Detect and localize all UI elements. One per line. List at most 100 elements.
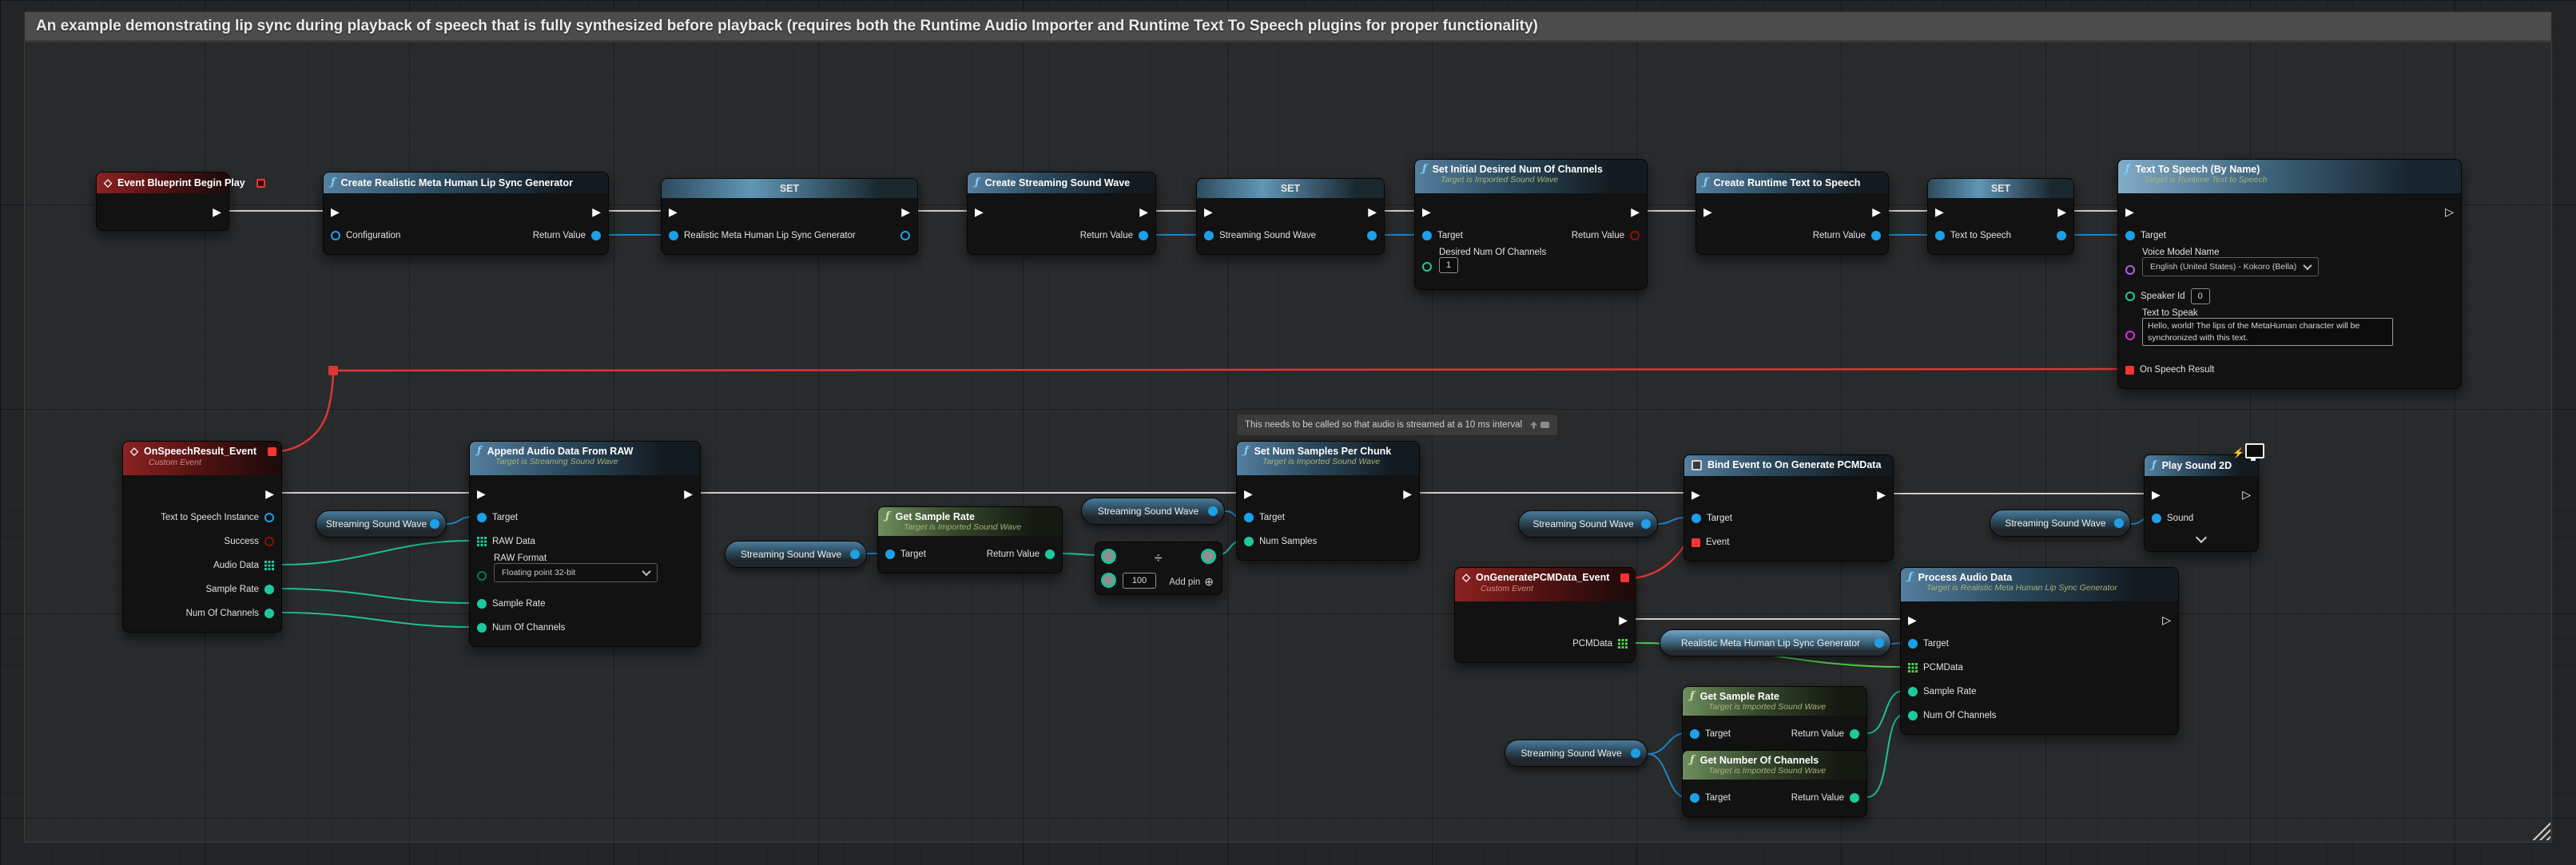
exec-out-pin[interactable] [1872,206,1881,217]
exec-in-pin[interactable] [1422,206,1431,217]
variable-getter-streaming-sound-wave[interactable]: Streaming Sound Wave [725,541,867,568]
pin-desired-num-of-channels[interactable] [1422,262,1432,272]
node-create-runtime-text-to-speech[interactable]: ƒ Create Runtime Text to Speech Return V… [1695,172,1889,255]
pin-return-value[interactable] [1139,231,1148,240]
exec-out-pin[interactable] [213,206,221,217]
pin-configuration[interactable] [331,231,340,240]
variable-getter-streaming-sound-wave[interactable]: Streaming Sound Wave [1518,510,1658,538]
raw-format-dropdown[interactable]: Floating point 32-bit [494,563,658,582]
pin-return-value[interactable] [1630,231,1640,240]
exec-in-pin[interactable] [1935,206,1944,217]
exec-out-pin[interactable] [1139,206,1148,217]
node-get-number-of-channels[interactable]: ƒ Get Number Of Channels Target is Impor… [1682,750,1867,817]
node-divide[interactable]: ÷ 100 Add pin [1095,542,1222,595]
pin-return-value[interactable] [591,231,601,240]
exec-in-pin[interactable] [477,488,486,499]
output-pin[interactable] [1874,638,1884,648]
output-pin[interactable] [1208,506,1218,516]
expand-node-chevron[interactable] [2196,532,2207,543]
pin-target[interactable] [1908,639,1918,649]
node-bind-event-to-on-generate-pcmdata[interactable]: Bind Event to On Generate PCMData Target… [1684,454,1894,561]
node-get-sample-rate[interactable]: ƒ Get Sample Rate Target is Imported Sou… [877,506,1063,573]
pin-num-samples[interactable] [1244,537,1254,546]
exec-out-pin[interactable] [901,206,910,217]
pin-return-value[interactable] [1850,793,1859,803]
pin-target[interactable] [1244,513,1254,522]
node-get-sample-rate-bottom[interactable]: ƒ Get Sample Rate Target is Imported Sou… [1682,686,1867,753]
pin-raw-data-array[interactable] [477,537,487,546]
exec-out-pin[interactable] [2162,614,2171,625]
output-pin[interactable] [2114,518,2124,528]
pin-return-value[interactable] [1045,550,1055,559]
exec-in-pin[interactable] [1244,488,1253,499]
pin-num-of-channels[interactable] [477,623,487,633]
node-set-text-to-speech[interactable]: SET Text to Speech [1927,178,2074,255]
node-text-to-speech-by-name[interactable]: ƒ Text To Speech (By Name) Target is Run… [2117,159,2462,389]
node-onspeechresult-event[interactable]: OnSpeechResult_Event Custom Event Text t… [122,441,282,633]
node-create-streaming-sound-wave[interactable]: ƒ Create Streaming Sound Wave Return Val… [967,172,1156,255]
pin-target[interactable] [2125,231,2135,240]
exec-in-pin[interactable] [1691,489,1700,500]
exec-out-pin[interactable] [2242,489,2251,500]
delegate-pin[interactable] [268,447,276,456]
exec-in-pin[interactable] [331,206,340,217]
node-ongeneratepcmdata-event[interactable]: OnGeneratePCMData_Event Custom Event PCM… [1454,567,1636,663]
exec-in-pin[interactable] [975,206,984,217]
exec-in-pin[interactable] [1908,614,1917,625]
output-pin[interactable] [850,550,860,559]
node-set-lipsync-generator[interactable]: SET Realistic Meta Human Lip Sync Genera… [661,178,918,255]
exec-out-pin[interactable] [592,206,601,217]
exec-in-pin[interactable] [1204,206,1213,217]
variable-getter-lipsync-generator[interactable]: Realistic Meta Human Lip Sync Generator [1660,629,1891,657]
pin-lipsync-generator-out[interactable] [900,231,910,240]
comment-node-title[interactable]: An example demonstrating lip sync during… [24,11,2552,42]
pin-raw-format[interactable] [477,571,487,581]
output-pin[interactable] [430,519,439,529]
node-set-streaming-sound-wave[interactable]: SET Streaming Sound Wave [1196,178,1385,255]
pin-text-to-speak[interactable] [2125,331,2135,340]
divide-input-b-pin[interactable] [1101,573,1116,588]
pin-pcmdata-array[interactable] [1908,663,1918,673]
pin-text-to-speech-out[interactable] [2057,231,2066,240]
exec-out-pin[interactable] [1619,614,1628,625]
pin-speaker-id[interactable] [2125,292,2135,301]
exec-out-pin[interactable] [2445,206,2454,217]
desired-num-channels-input[interactable]: 1 [1439,257,1458,273]
node-comment-bubble[interactable]: This needs to be called so that audio is… [1236,414,1558,436]
exec-out-pin[interactable] [1368,206,1377,217]
pin-lipsync-generator-in[interactable] [669,231,678,240]
pin-event[interactable] [1691,538,1700,547]
pin-sample-rate[interactable] [477,599,487,609]
node-set-initial-desired-num-of-channels[interactable]: ƒ Set Initial Desired Num Of Channels Ta… [1414,159,1648,290]
pin-return-value[interactable] [1850,729,1859,739]
voice-model-dropdown[interactable]: English (United States) - Kokoro (Bella) [2142,257,2319,276]
pin-target[interactable] [1690,793,1699,803]
node-create-realistic-metahuman-lipsync-generator[interactable]: ƒ Create Realistic Meta Human Lip Sync G… [323,172,609,255]
pin-num-of-channels[interactable] [264,609,274,618]
pin-return-value[interactable] [1871,231,1881,240]
exec-out-pin[interactable] [2057,206,2066,217]
node-append-audio-data-from-raw[interactable]: ƒ Append Audio Data From RAW Target is S… [469,441,701,647]
node-set-num-samples-per-chunk[interactable]: ƒ Set Num Samples Per Chunk Target is Im… [1236,441,1420,561]
exec-out-pin[interactable] [684,488,693,499]
pin-target[interactable] [885,550,895,559]
speaker-id-input[interactable]: 0 [2191,288,2210,304]
pin-audio-data-array[interactable] [264,561,274,570]
pin-success[interactable] [264,537,274,546]
pin-num-of-channels[interactable] [1908,711,1918,720]
exec-out-pin[interactable] [1877,489,1886,500]
exec-out-pin[interactable] [1403,488,1412,499]
pin-sound[interactable] [2152,514,2161,523]
node-event-blueprint-begin-play[interactable]: Event Blueprint Begin Play [96,172,229,231]
exec-out-pin[interactable] [1631,206,1640,217]
divide-input-a-pin[interactable] [1101,549,1116,564]
exec-out-pin[interactable] [265,488,274,499]
divide-output-pin[interactable] [1201,549,1216,564]
exec-in-pin[interactable] [669,206,678,217]
pin-on-speech-result[interactable] [2125,366,2134,375]
bubble-pin-icon[interactable] [1530,422,1537,429]
output-pin[interactable] [1641,519,1651,529]
variable-getter-streaming-sound-wave[interactable]: Streaming Sound Wave [1505,740,1648,767]
reroute-node[interactable] [328,366,338,375]
exec-in-pin[interactable] [2152,489,2161,500]
